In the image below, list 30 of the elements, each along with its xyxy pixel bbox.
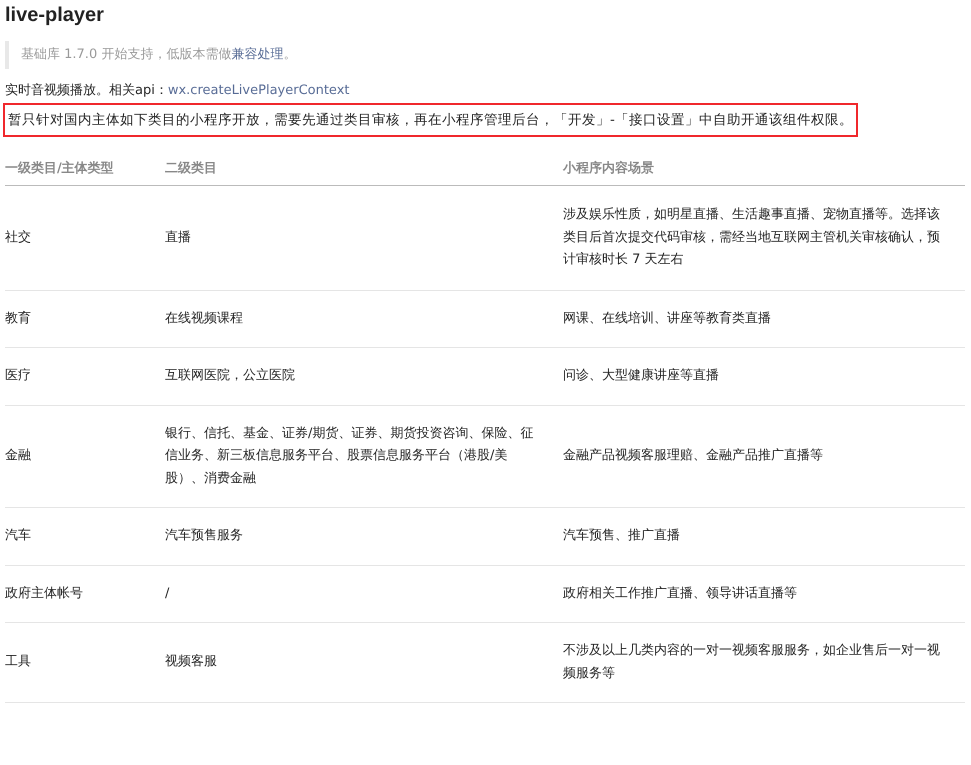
table-cell: 问诊、大型健康讲座等直播	[563, 348, 965, 405]
table-cell: 社交	[5, 186, 165, 290]
table-cell: 金融产品视频客服理赔、金融产品推广直播等	[563, 405, 965, 508]
table-cell: /	[165, 565, 563, 622]
table-cell: 直播	[165, 186, 563, 290]
table-cell: 网课、在线培训、讲座等教育类直播	[563, 290, 965, 348]
column-header: 二级类目	[165, 151, 563, 186]
description-text: 实时音视频播放。相关api：wx.createLivePlayerContext	[5, 82, 350, 100]
table-cell: 教育	[5, 290, 165, 348]
table-cell: 银行、信托、基金、证券/期货、证券、期货投资咨询、保险、征信业务、新三板信息服务平台、股票信息服务平台（港股/美股）、消费金融	[165, 405, 563, 508]
table-cell: 汽车预售服务	[165, 508, 563, 565]
table-cell: 汽车	[5, 508, 165, 565]
table-cell: 在线视频课程	[165, 290, 563, 348]
compat-link[interactable]: 兼容处理	[231, 47, 284, 62]
column-header: 小程序内容场景	[563, 151, 965, 186]
table-cell: 医疗	[5, 348, 165, 405]
table-cell: 涉及娱乐性质，如明星直播、生活趣事直播、宠物直播等。选择该类目后首次提交代码审核，需经当地互联网主管机关审核确认，预计审核时长 7 天左右	[563, 186, 965, 290]
table-cell: 政府主体帐号	[5, 565, 165, 622]
table-cell: 视频客服	[165, 622, 563, 702]
table-cell: 不涉及以上几类内容的一对一视频客服服务，如企业售后一对一视频服务等	[563, 622, 965, 702]
table-cell: 互联网医院，公立医院	[165, 348, 563, 405]
table-cell: 金融	[5, 405, 165, 508]
api-link[interactable]: wx.createLivePlayerContext	[168, 83, 350, 98]
table-cell: 汽车预售、推广直播	[563, 508, 965, 565]
column-header: 一级类目/主体类型	[5, 151, 165, 186]
table-cell: 工具	[5, 622, 165, 702]
table-cell: 政府相关工作推广直播、领导讲话直播等	[563, 565, 965, 622]
page-title: live-player	[5, 4, 105, 27]
notice-text: 暂只针对国内主体如下类目的小程序开放，需要先通过类目审核，再在小程序管理后台，「开发」-「接口设置」中自助开通该组件权限。	[3, 103, 858, 137]
note-text: 基础库 1.7.0 开始支持，低版本需做兼容处理。	[21, 46, 296, 64]
